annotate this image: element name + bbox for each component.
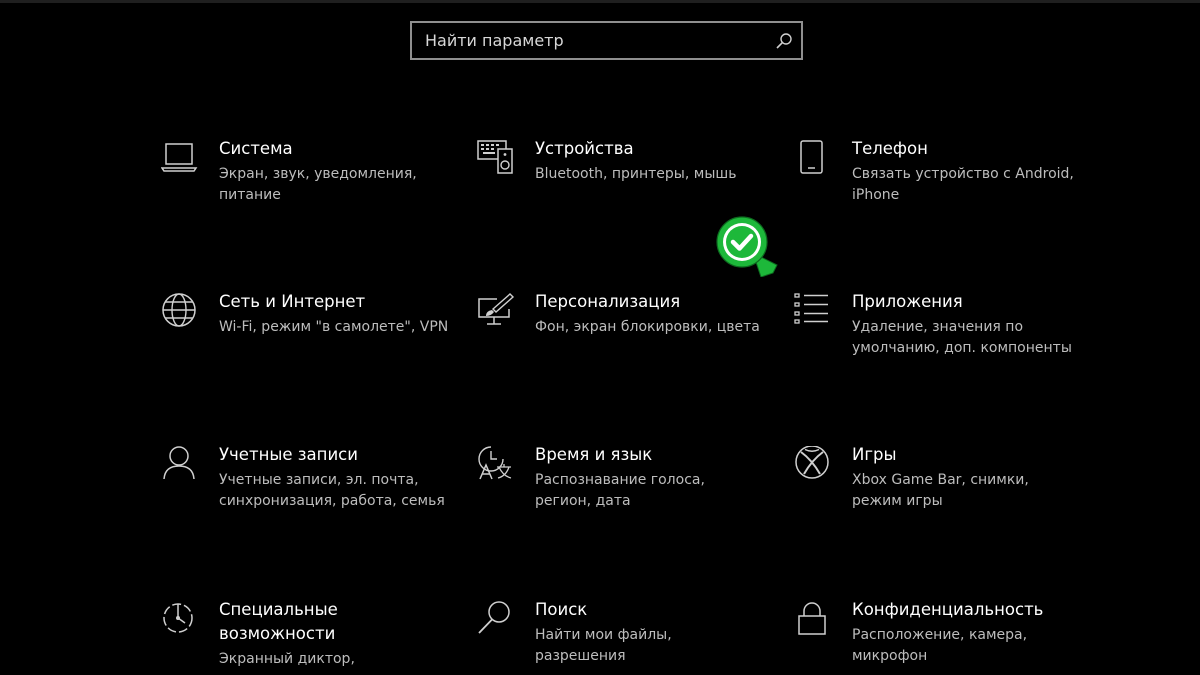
tile-title: Игры <box>852 445 897 464</box>
tile-description: Xbox Game Bar, снимки, режим игры <box>852 472 1029 509</box>
phone-icon <box>794 140 832 180</box>
settings-window: Система Экран, звук, уведомления, питани… <box>0 0 1200 675</box>
tile-description: Экран, звук, уведомления, питание <box>219 166 417 203</box>
time-language-icon <box>477 446 515 486</box>
keyboard-speaker-icon <box>477 140 515 180</box>
tile-description: Удаление, значения по умолчанию, доп. ко… <box>852 319 1072 356</box>
tile-description: Распознавание голоса, регион, дата <box>535 472 705 509</box>
tile-title: Система <box>219 139 293 158</box>
tile-title: Устройства <box>535 139 634 158</box>
tile-title: Поиск <box>535 600 588 619</box>
search-icon[interactable] <box>775 32 793 50</box>
tile-title: Конфиденциальность <box>852 600 1044 619</box>
tile-title: Телефон <box>852 139 928 158</box>
globe-icon <box>161 293 199 333</box>
search-magnifier-icon <box>477 601 515 641</box>
xbox-icon <box>794 446 832 486</box>
search-input[interactable] <box>412 23 801 58</box>
tile-title: Время и язык <box>535 445 653 464</box>
apps-list-icon <box>794 293 832 333</box>
tile-description: Связать устройство с Android, iPhone <box>852 166 1074 203</box>
tile-title: Сеть и Интернет <box>219 292 366 311</box>
tile-description: Bluetooth, принтеры, мышь <box>535 166 737 182</box>
title-bar-strip <box>0 0 1200 3</box>
person-icon <box>161 446 199 486</box>
tile-title: Персонализация <box>535 292 681 311</box>
tile-title: Приложения <box>852 292 963 311</box>
tile-description: Wi-Fi, режим "в самолете", VPN <box>219 319 449 335</box>
tile-description: Экранный диктор, <box>219 651 355 667</box>
tile-description: Учетные записи, эл. почта, синхронизация… <box>219 472 445 509</box>
tile-title: Учетные записи <box>219 445 358 464</box>
lock-icon <box>794 601 832 641</box>
tile-description: Найти мои файлы, разрешения <box>535 627 672 664</box>
tile-title: Специальные возможности <box>219 600 338 643</box>
green-checkmark-badge-icon <box>715 215 779 278</box>
laptop-icon <box>161 140 199 180</box>
search-box[interactable] <box>410 21 803 60</box>
accessibility-timer-icon <box>161 601 199 641</box>
paintbrush-monitor-icon <box>477 293 515 333</box>
tile-description: Фон, экран блокировки, цвета <box>535 319 760 335</box>
tile-description: Расположение, камера, микрофон <box>852 627 1028 664</box>
